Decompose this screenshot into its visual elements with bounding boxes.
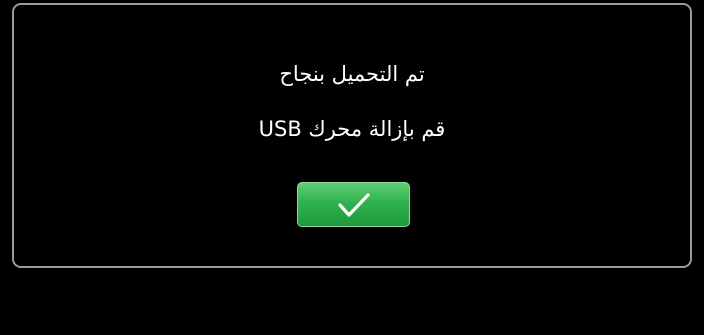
success-message: تم التحميل بنجاح <box>279 62 425 86</box>
upload-success-dialog: تم التحميل بنجاح قم بإزالة محرك USB <box>12 3 692 268</box>
remove-usb-instruction: قم بإزالة محرك USB <box>258 117 446 141</box>
confirm-button[interactable] <box>297 182 410 227</box>
screen: تم التحميل بنجاح قم بإزالة محرك USB <box>0 0 704 335</box>
checkmark-icon <box>334 190 374 220</box>
